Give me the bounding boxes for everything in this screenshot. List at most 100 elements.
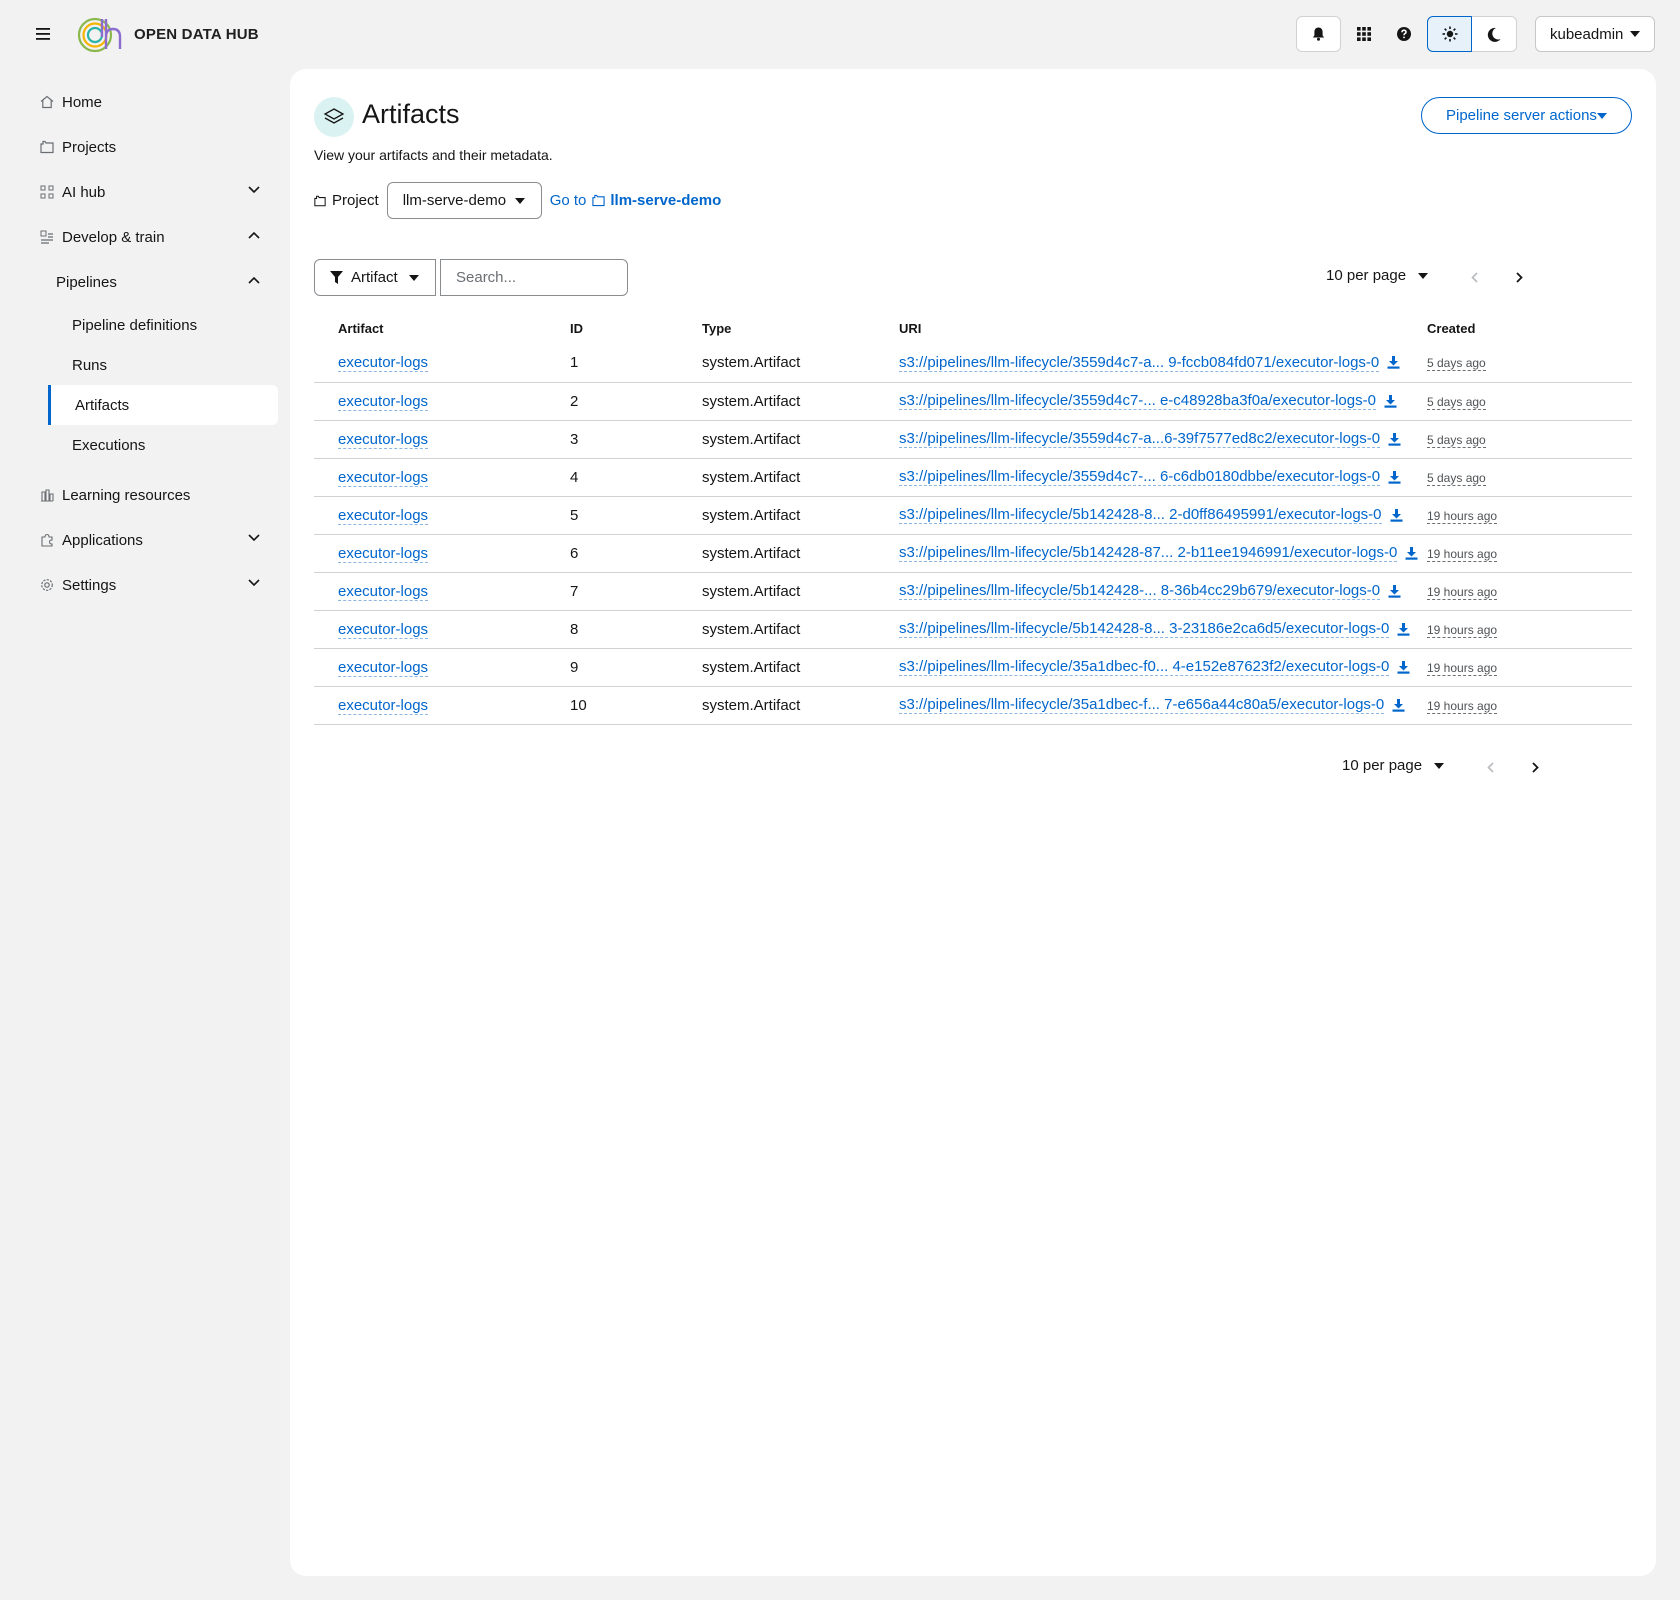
go-to-project-link[interactable]: Go to llm-serve-demo — [550, 192, 722, 209]
artifact-link[interactable]: executor-logs — [338, 544, 429, 563]
hamburger-menu-icon[interactable] — [32, 22, 54, 46]
artifact-link[interactable]: executor-logs — [338, 582, 429, 601]
bottom-pagination: 10 per page — [314, 749, 1632, 786]
dark-theme-button[interactable] — [1472, 16, 1517, 52]
created-cell: 5 days ago — [1427, 420, 1632, 459]
uri-link[interactable]: s3://pipelines/llm-lifecycle/3559d4c7-a.… — [899, 354, 1380, 372]
per-page-dropdown[interactable]: 10 per page — [1342, 757, 1445, 774]
sidebar-item-ai-hub[interactable]: AI hub — [0, 170, 290, 215]
sidebar-item-learning-resources[interactable]: Learning resources — [0, 473, 290, 518]
created-timestamp[interactable]: 19 hours ago — [1427, 660, 1498, 676]
artifact-link[interactable]: executor-logs — [338, 620, 429, 639]
download-icon[interactable] — [1392, 698, 1405, 712]
column-header-created[interactable]: Created — [1427, 312, 1632, 344]
download-icon[interactable] — [1397, 622, 1410, 636]
page-icon-badge — [314, 97, 354, 137]
artifact-link[interactable]: executor-logs — [338, 696, 429, 715]
uri-cell: s3://pipelines/llm-lifecycle/5b142428-..… — [899, 572, 1427, 611]
type-cell: system.Artifact — [702, 686, 899, 725]
download-icon[interactable] — [1387, 356, 1400, 369]
learning-resources-icon — [41, 489, 54, 502]
pipeline-server-actions-button[interactable]: Pipeline server actions — [1421, 97, 1632, 134]
artifact-link[interactable]: executor-logs — [338, 658, 429, 677]
uri-link[interactable]: s3://pipelines/llm-lifecycle/3559d4c7-..… — [899, 392, 1376, 410]
uri-link[interactable]: s3://pipelines/llm-lifecycle/35a1dbec-f0… — [899, 658, 1390, 676]
column-header-artifact[interactable]: Artifact — [314, 312, 570, 344]
id-cell: 6 — [570, 534, 702, 573]
created-cell: 19 hours ago — [1427, 686, 1632, 725]
brand-logo[interactable]: OPEN DATA HUB — [76, 14, 259, 54]
light-theme-button[interactable] — [1427, 16, 1472, 52]
chevron-down-icon — [248, 534, 260, 542]
artifacts-table: Artifact ID Type URI Created executor-lo… — [314, 312, 1632, 725]
previous-page-button[interactable] — [1464, 267, 1484, 287]
sidebar-item-applications[interactable]: Applications — [0, 518, 290, 563]
created-timestamp[interactable]: 19 hours ago — [1427, 622, 1498, 638]
created-timestamp[interactable]: 19 hours ago — [1427, 508, 1498, 524]
sidebar-item-runs[interactable]: Runs — [0, 345, 290, 385]
download-icon[interactable] — [1390, 508, 1403, 522]
next-page-button[interactable] — [1525, 757, 1545, 777]
uri-link[interactable]: s3://pipelines/llm-lifecycle/3559d4c7-..… — [899, 468, 1381, 486]
sidebar-item-develop-train[interactable]: Develop & train — [0, 215, 290, 260]
sidebar-item-label: Learning resources — [62, 487, 191, 504]
uri-link[interactable]: s3://pipelines/llm-lifecycle/3559d4c7-a.… — [899, 430, 1381, 448]
created-timestamp[interactable]: 19 hours ago — [1427, 698, 1498, 714]
user-menu-toggle[interactable]: kubeadmin — [1535, 16, 1655, 52]
per-page-dropdown[interactable]: 10 per page — [1326, 267, 1429, 284]
id-cell: 10 — [570, 686, 702, 725]
previous-page-button[interactable] — [1480, 757, 1500, 777]
table-row: executor-logs 7 system.Artifact s3://pipeli… — [314, 572, 1632, 611]
created-timestamp[interactable]: 19 hours ago — [1427, 546, 1498, 562]
project-select-value: llm-serve-demo — [402, 192, 507, 209]
created-timestamp[interactable]: 5 days ago — [1427, 432, 1486, 448]
project-select[interactable]: llm-serve-demo — [386, 182, 542, 219]
moon-icon — [1487, 27, 1501, 42]
download-icon[interactable] — [1405, 546, 1418, 560]
created-timestamp[interactable]: 5 days ago — [1427, 394, 1486, 410]
next-page-button[interactable] — [1509, 267, 1529, 287]
created-timestamp[interactable]: 5 days ago — [1427, 356, 1486, 372]
app-launcher-button[interactable] — [1341, 16, 1386, 52]
download-icon[interactable] — [1384, 394, 1397, 408]
sidebar-item-home[interactable]: Home — [0, 80, 290, 125]
sidebar-item-projects[interactable]: Projects — [0, 125, 290, 170]
uri-cell: s3://pipelines/llm-lifecycle/5b142428-8.… — [899, 496, 1427, 535]
go-to-label: Go to — [549, 192, 587, 209]
uri-link[interactable]: s3://pipelines/llm-lifecycle/5b142428-87… — [899, 544, 1398, 562]
column-header-uri[interactable]: URI — [899, 312, 1427, 344]
folder-icon — [40, 140, 54, 154]
sidebar-item-pipelines[interactable]: Pipelines — [0, 260, 290, 305]
filter-type-dropdown[interactable]: Artifact — [314, 259, 436, 296]
sidebar-item-pipeline-definitions[interactable]: Pipeline definitions — [0, 305, 290, 345]
column-header-type[interactable]: Type — [702, 312, 899, 344]
sidebar-item-artifacts[interactable]: Artifacts — [48, 385, 278, 425]
caret-down-icon — [409, 275, 419, 281]
type-cell: system.Artifact — [702, 610, 899, 649]
table-body: executor-logs 1 system.Artifact s3://pipeli… — [314, 344, 1632, 725]
download-icon[interactable] — [1397, 660, 1410, 674]
artifact-link[interactable]: executor-logs — [338, 354, 429, 373]
download-icon[interactable] — [1388, 470, 1401, 484]
artifact-link[interactable]: executor-logs — [338, 506, 429, 525]
artifact-link[interactable]: executor-logs — [338, 468, 429, 487]
sidebar-item-settings[interactable]: Settings — [0, 563, 290, 608]
created-timestamp[interactable]: 19 hours ago — [1427, 584, 1498, 600]
search-input[interactable] — [440, 259, 628, 296]
created-timestamp[interactable]: 5 days ago — [1427, 470, 1486, 486]
uri-link[interactable]: s3://pipelines/llm-lifecycle/35a1dbec-f.… — [899, 696, 1385, 714]
column-header-id[interactable]: ID — [570, 312, 702, 344]
uri-link[interactable]: s3://pipelines/llm-lifecycle/5b142428-8.… — [899, 506, 1382, 524]
artifact-link[interactable]: executor-logs — [338, 430, 429, 449]
download-icon[interactable] — [1388, 432, 1401, 446]
uri-cell: s3://pipelines/llm-lifecycle/35a1dbec-f0… — [899, 648, 1427, 687]
download-icon[interactable] — [1388, 584, 1401, 598]
notifications-button[interactable] — [1296, 16, 1341, 52]
uri-link[interactable]: s3://pipelines/llm-lifecycle/5b142428-8.… — [899, 620, 1390, 638]
uri-link[interactable]: s3://pipelines/llm-lifecycle/5b142428-..… — [899, 582, 1381, 600]
sidebar-item-executions[interactable]: Executions — [0, 425, 290, 465]
artifact-link[interactable]: executor-logs — [338, 392, 429, 411]
help-button[interactable] — [1381, 16, 1426, 52]
type-cell: system.Artifact — [702, 648, 899, 687]
